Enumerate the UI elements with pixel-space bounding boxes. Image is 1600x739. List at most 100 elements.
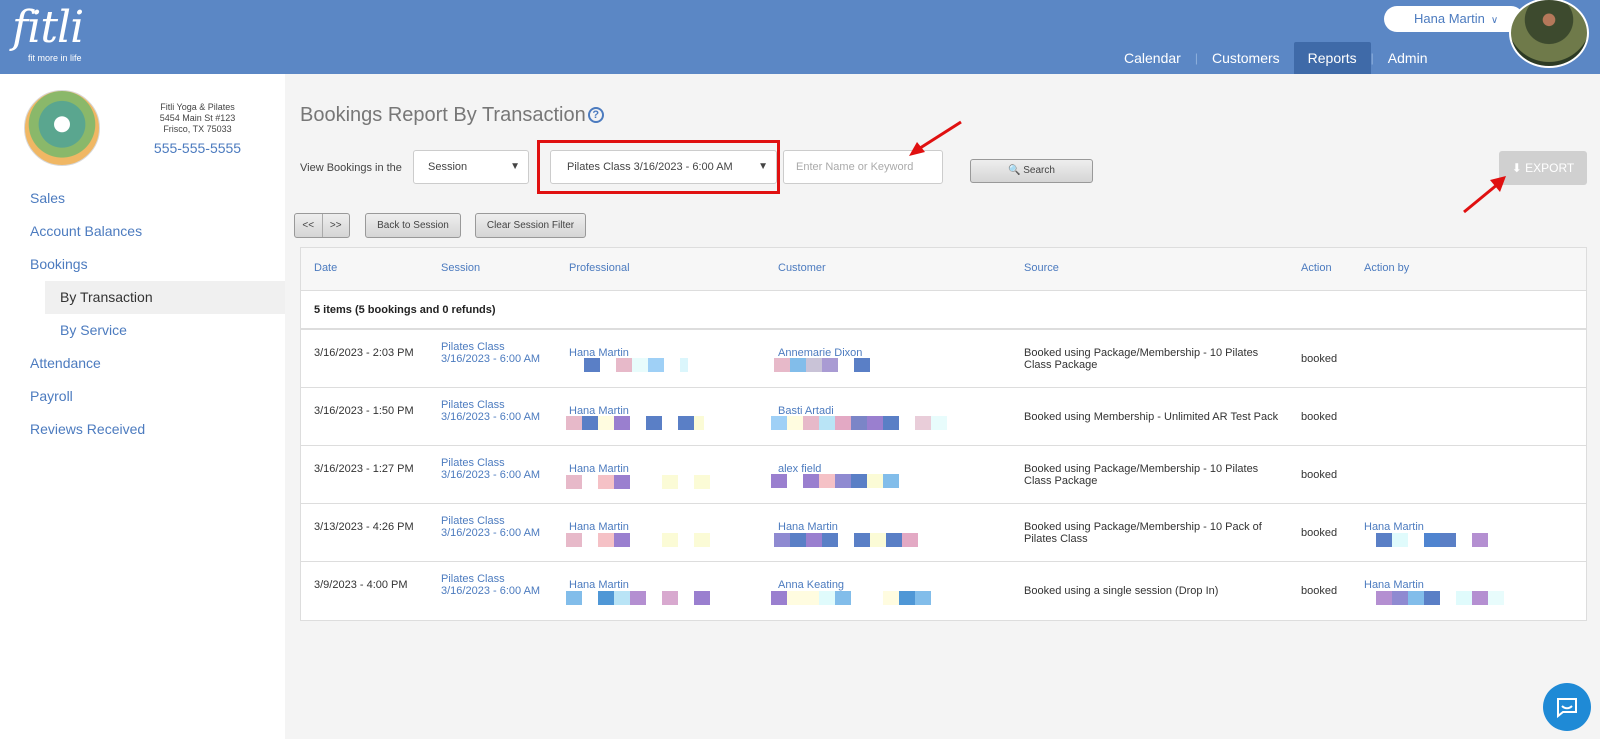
redaction-blur (1376, 591, 1504, 605)
redaction-blur (1376, 533, 1488, 547)
col-session[interactable]: Session (441, 262, 480, 274)
sidebar-item-by-transaction[interactable]: By Transaction (45, 281, 285, 314)
redaction-blur (566, 475, 710, 489)
studio-address-2: Frisco, TX 75033 (163, 124, 232, 134)
row-source: Booked using Membership - Unlimited AR T… (1024, 411, 1279, 423)
redaction-blur (584, 358, 688, 372)
table-header: Date Session Professional Customer Sourc… (301, 248, 1586, 291)
row-source: Booked using a single session (Drop In) (1024, 585, 1219, 597)
sidebar-item-reviews-received[interactable]: Reviews Received (0, 413, 285, 446)
user-menu-button[interactable]: Hana Martin ∨ (1384, 6, 1524, 32)
chevron-down-icon: ∨ (1490, 15, 1499, 26)
col-professional[interactable]: Professional (569, 262, 630, 274)
search-button[interactable]: 🔍 Search (970, 159, 1093, 183)
annotation-arrow-icon (909, 120, 962, 156)
main-content: Bookings Report By Transaction? View Boo… (285, 74, 1600, 739)
row-session-link[interactable]: Pilates Class 3/16/2023 - 6:00 AM (441, 457, 546, 481)
user-name: Hana Martin (1414, 11, 1485, 26)
redaction-blur (771, 474, 899, 488)
table-row: 3/9/2023 - 4:00 PM Pilates Class 3/16/20… (301, 562, 1586, 620)
table-row: 3/16/2023 - 1:27 PM Pilates Class 3/16/2… (301, 446, 1586, 504)
row-source: Booked using Package/Membership - 10 Pac… (1024, 521, 1262, 545)
help-icon[interactable]: ? (587, 107, 604, 123)
app-header: fitli fit more in life Hana Martin ∨ Cale… (0, 0, 1600, 74)
chevron-down-icon: ▼ (510, 161, 520, 172)
row-date: 3/16/2023 - 1:27 PM (314, 463, 414, 475)
table-row: 3/16/2023 - 1:50 PM Pilates Class 3/16/2… (301, 388, 1586, 446)
row-session-link[interactable]: Pilates Class 3/16/2023 - 6:00 AM (441, 399, 546, 423)
row-action: booked (1301, 585, 1338, 597)
side-nav: Sales Account Balances Bookings By Trans… (0, 182, 285, 446)
row-date: 3/16/2023 - 1:50 PM (314, 405, 414, 417)
sidebar-item-sales[interactable]: Sales (0, 182, 285, 215)
sidebar-item-attendance[interactable]: Attendance (0, 347, 285, 380)
redaction-blur (566, 533, 710, 547)
page-title-text: Bookings Report By Transaction (300, 104, 586, 126)
row-action: booked (1301, 411, 1338, 423)
row-action: booked (1301, 527, 1338, 539)
period-select-value: Session (428, 161, 468, 173)
sidebar-item-bookings[interactable]: Bookings (0, 248, 285, 281)
annotation-arrow-icon (1463, 176, 1506, 214)
studio-info: Fitli Yoga & Pilates 5454 Main St #123 F… (145, 102, 250, 157)
row-action-by-link[interactable]: Hana Martin (1364, 579, 1424, 591)
prev-page-button[interactable]: << (295, 214, 323, 237)
redaction-blur (566, 591, 710, 605)
chat-support-button[interactable] (1543, 683, 1591, 731)
table-row: 3/13/2023 - 4:26 PM Pilates Class 3/16/2… (301, 504, 1586, 562)
fitli-logo[interactable]: fitli fit more in life (12, 2, 84, 64)
col-action[interactable]: Action (1301, 262, 1332, 274)
export-label: EXPORT (1525, 161, 1575, 175)
top-nav: Calendar | Customers Reports | Admin (1110, 42, 1441, 74)
row-date: 3/16/2023 - 2:03 PM (314, 347, 414, 359)
sidebar-item-payroll[interactable]: Payroll (0, 380, 285, 413)
nav-customers[interactable]: Customers (1198, 42, 1294, 74)
row-professional-link[interactable]: Hana Martin (569, 521, 629, 533)
redaction-blur (566, 416, 704, 430)
logo-wordmark: fitli (12, 2, 84, 53)
sidebar-item-account-balances[interactable]: Account Balances (0, 215, 285, 248)
nav-admin[interactable]: Admin (1374, 42, 1442, 74)
row-date: 3/13/2023 - 4:26 PM (314, 521, 414, 533)
row-date: 3/9/2023 - 4:00 PM (314, 579, 408, 591)
export-button[interactable]: ⬇ EXPORT (1499, 151, 1587, 185)
row-professional-link[interactable]: Hana Martin (569, 463, 629, 475)
period-select[interactable]: Session ▼ (413, 150, 529, 184)
col-customer[interactable]: Customer (778, 262, 826, 274)
studio-phone[interactable]: 555-555-5555 (145, 139, 250, 157)
col-source[interactable]: Source (1024, 262, 1059, 274)
row-customer-link[interactable]: Hana Martin (778, 521, 838, 533)
studio-name: Fitli Yoga & Pilates (160, 102, 235, 112)
row-customer-link[interactable]: Anna Keating (778, 579, 844, 591)
sidebar: Fitli Yoga & Pilates 5454 Main St #123 F… (0, 74, 285, 739)
row-action: booked (1301, 353, 1338, 365)
row-action: booked (1301, 469, 1338, 481)
row-professional-link[interactable]: Hana Martin (569, 579, 629, 591)
pager: << >> (294, 213, 350, 238)
back-to-session-button[interactable]: Back to Session (365, 213, 461, 238)
row-session-link[interactable]: Pilates Class 3/16/2023 - 6:00 AM (441, 515, 546, 539)
search-button-label: Search (1023, 165, 1055, 176)
redaction-blur (774, 533, 918, 547)
sidebar-item-by-service[interactable]: By Service (45, 314, 285, 347)
avatar[interactable] (1509, 0, 1589, 68)
redaction-blur (771, 416, 947, 430)
table-row: 3/16/2023 - 2:03 PM Pilates Class 3/16/2… (301, 330, 1586, 388)
col-date[interactable]: Date (314, 262, 337, 274)
row-session-link[interactable]: Pilates Class 3/16/2023 - 6:00 AM (441, 573, 546, 597)
row-action-by-link[interactable]: Hana Martin (1364, 521, 1424, 533)
nav-calendar[interactable]: Calendar (1110, 42, 1195, 74)
logo-tagline: fit more in life (28, 53, 82, 63)
page-title: Bookings Report By Transaction? (300, 104, 604, 127)
clear-session-filter-button[interactable]: Clear Session Filter (475, 213, 586, 238)
col-action-by[interactable]: Action by (1364, 262, 1409, 274)
filter-label: View Bookings in the (300, 162, 402, 174)
chat-icon (1557, 698, 1577, 719)
bookings-table: Date Session Professional Customer Sourc… (300, 247, 1587, 621)
next-page-button[interactable]: >> (323, 214, 350, 237)
row-session-link[interactable]: Pilates Class 3/16/2023 - 6:00 AM (441, 341, 546, 365)
nav-reports[interactable]: Reports (1293, 42, 1371, 74)
redaction-blur (771, 591, 931, 605)
row-source: Booked using Package/Membership - 10 Pil… (1024, 463, 1259, 487)
studio-address-1: 5454 Main St #123 (159, 113, 236, 123)
